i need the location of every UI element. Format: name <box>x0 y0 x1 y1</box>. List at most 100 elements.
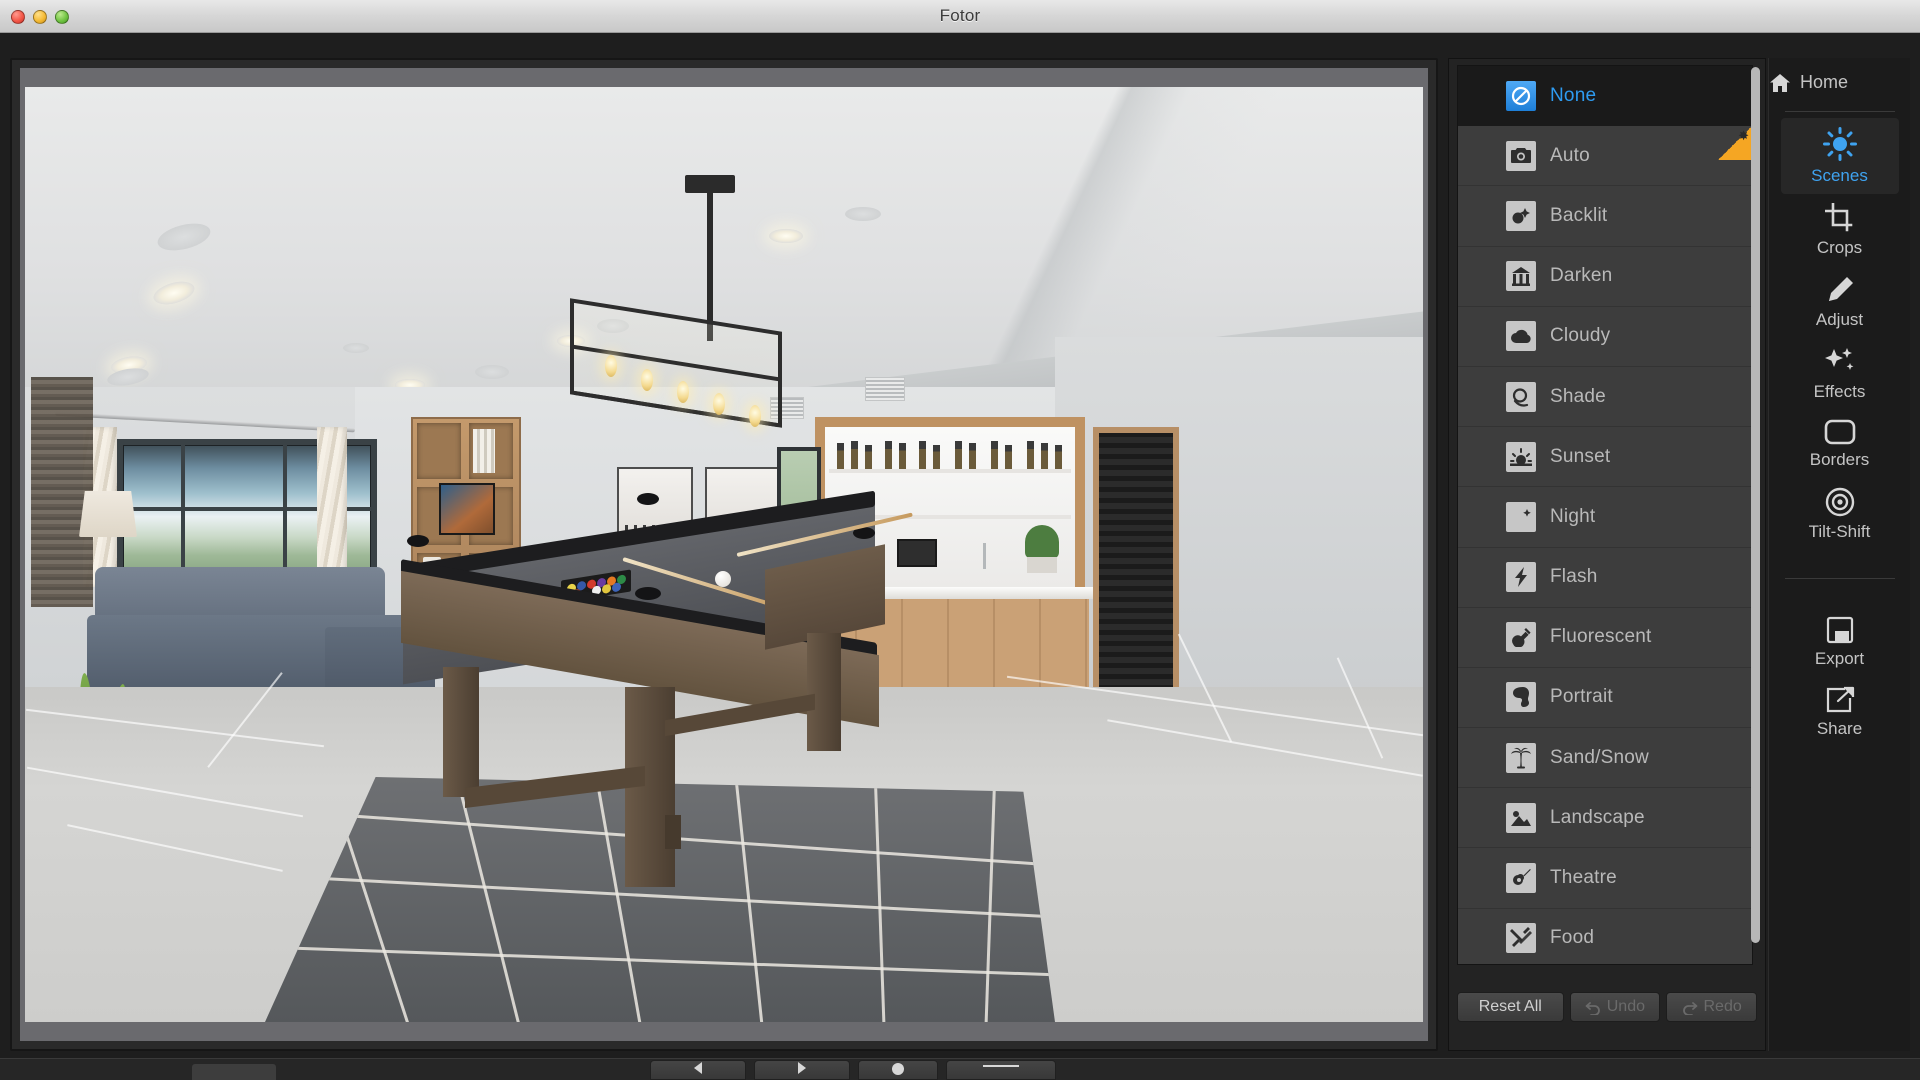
rotate-button[interactable] <box>858 1060 938 1080</box>
scene-item-food[interactable]: Food <box>1458 908 1752 964</box>
pencil-icon <box>1825 275 1855 305</box>
new-scene-badge: ✸ <box>1718 126 1752 161</box>
scene-item-label: Shade <box>1550 385 1606 407</box>
pool-table-leg <box>443 667 479 797</box>
recessed-light <box>769 229 803 243</box>
tool-effects[interactable]: Effects <box>1769 338 1910 410</box>
cutlery-icon <box>1506 923 1536 954</box>
tool-scenes[interactable]: Scenes <box>1780 118 1899 194</box>
scene-item-sunset[interactable]: Sunset <box>1458 427 1752 488</box>
next-photo-button[interactable] <box>754 1060 850 1080</box>
scene-item-cloudy[interactable]: Cloudy <box>1458 306 1752 367</box>
scene-item-sand-snow[interactable]: Sand/Snow <box>1458 728 1752 789</box>
scene-item-label: Food <box>1550 927 1595 949</box>
wine-refrigerator <box>1093 427 1179 707</box>
wall-vent <box>865 377 905 401</box>
editor-canvas-area[interactable] <box>10 58 1438 1051</box>
zoom-slider[interactable] <box>946 1060 1056 1080</box>
home-icon <box>1769 73 1791 93</box>
scenes-list[interactable]: None Auto ✸ Backlit Darken Cloudy Shade Sunset N… <box>1457 65 1753 965</box>
pool-pocket <box>635 587 661 600</box>
app-body: None Auto ✸ Backlit Darken Cloudy Shade Sunset N… <box>0 33 1920 1080</box>
scene-item-auto[interactable]: Auto ✸ <box>1458 126 1752 187</box>
scenes-panel-actions: Reset All Undo Redo <box>1457 992 1757 1022</box>
scene-item-night[interactable]: Night <box>1458 487 1752 548</box>
scene-item-landscape[interactable]: Landscape <box>1458 788 1752 849</box>
scene-item-backlit[interactable]: Backlit <box>1458 186 1752 247</box>
books <box>473 429 495 473</box>
share-arrow-icon <box>1825 686 1855 714</box>
sparkles-icon <box>1823 347 1857 377</box>
chandelier-rod <box>707 191 713 341</box>
minimize-window-button[interactable] <box>33 10 47 24</box>
export-label: Export <box>1814 649 1865 668</box>
reset-all-label: Reset All <box>1478 998 1542 1015</box>
tool-crops-label: Crops <box>1816 238 1863 257</box>
tool-tilt-shift-label: Tilt-Shift <box>1808 522 1871 541</box>
scene-item-label: Theatre <box>1550 867 1617 889</box>
no-entry-icon <box>1506 80 1536 111</box>
scene-item-label: None <box>1550 84 1597 106</box>
scene-item-fluorescent[interactable]: Fluorescent <box>1458 607 1752 668</box>
portrait-icon <box>1506 682 1536 713</box>
recessed-light <box>343 343 369 353</box>
scene-item-portrait[interactable]: Portrait <box>1458 667 1752 729</box>
shade-icon <box>1506 381 1536 412</box>
bottom-filmstrip-thumb[interactable] <box>192 1064 276 1080</box>
share-button[interactable]: Share <box>1769 677 1910 747</box>
tool-borders[interactable]: Borders <box>1769 410 1910 478</box>
close-window-button[interactable] <box>11 10 25 24</box>
chandelier-bulb <box>713 393 725 415</box>
scene-item-label: Backlit <box>1550 204 1608 226</box>
moon-icon <box>1506 501 1536 532</box>
scene-item-label: Portrait <box>1550 686 1613 708</box>
bar-faucet <box>983 543 986 569</box>
previous-photo-button[interactable] <box>650 1060 746 1080</box>
undo-button[interactable]: Undo <box>1569 992 1661 1022</box>
scenes-panel: None Auto ✸ Backlit Darken Cloudy Shade Sunset N… <box>1448 58 1766 1051</box>
redo-icon <box>1681 1000 1698 1015</box>
chandelier-bulb <box>677 381 689 403</box>
tool-effects-label: Effects <box>1813 382 1866 401</box>
undo-label: Undo <box>1606 998 1645 1015</box>
bar-plant <box>1025 525 1059 559</box>
scene-item-none[interactable]: None <box>1458 66 1752 127</box>
maximize-window-button[interactable] <box>55 10 69 24</box>
pool-table-leg <box>807 633 841 751</box>
pool-pocket <box>637 493 659 505</box>
scene-item-label: Cloudy <box>1550 325 1611 347</box>
tool-rail: Home Scenes Crops Adjust Effects Borders… <box>1768 58 1910 1051</box>
chandelier-bulb <box>749 405 761 427</box>
tool-adjust[interactable]: Adjust <box>1769 266 1910 338</box>
wall-television <box>439 483 495 535</box>
scene-item-theatre[interactable]: Theatre <box>1458 848 1752 909</box>
scenes-list-scrollbar[interactable] <box>1751 67 1760 951</box>
redo-button[interactable]: Redo <box>1666 992 1757 1022</box>
scene-item-darken[interactable]: Darken <box>1458 246 1752 307</box>
chandelier-bulb <box>605 355 617 377</box>
tool-crops[interactable]: Crops <box>1769 194 1910 266</box>
bottom-toolbar <box>0 1058 1920 1080</box>
rounded-rect-icon <box>1824 419 1856 445</box>
lightbulb-icon <box>1506 622 1536 653</box>
camera-icon <box>1506 140 1536 171</box>
home-button[interactable]: Home <box>1769 58 1910 105</box>
photo-frame <box>20 68 1428 1041</box>
edited-photo[interactable] <box>25 87 1423 1022</box>
rail-divider <box>1784 111 1895 112</box>
reset-all-button[interactable]: Reset All <box>1457 992 1564 1022</box>
export-button[interactable]: Export <box>1769 607 1910 677</box>
tool-tilt-shift[interactable]: Tilt-Shift <box>1769 478 1910 550</box>
scene-item-label: Auto <box>1550 144 1590 166</box>
scene-item-shade[interactable]: Shade <box>1458 366 1752 428</box>
scene-item-label: Landscape <box>1550 806 1645 828</box>
scene-item-flash[interactable]: Flash <box>1458 547 1752 608</box>
tool-scenes-label: Scenes <box>1811 166 1868 185</box>
redo-label: Redo <box>1703 998 1742 1015</box>
recessed-light <box>475 365 509 379</box>
scene-item-label: Fluorescent <box>1550 626 1652 648</box>
crop-icon <box>1824 203 1855 233</box>
badge-star-icon: ✸ <box>1738 128 1749 144</box>
target-icon <box>1825 487 1855 517</box>
scene-item-label: Sand/Snow <box>1550 746 1649 768</box>
